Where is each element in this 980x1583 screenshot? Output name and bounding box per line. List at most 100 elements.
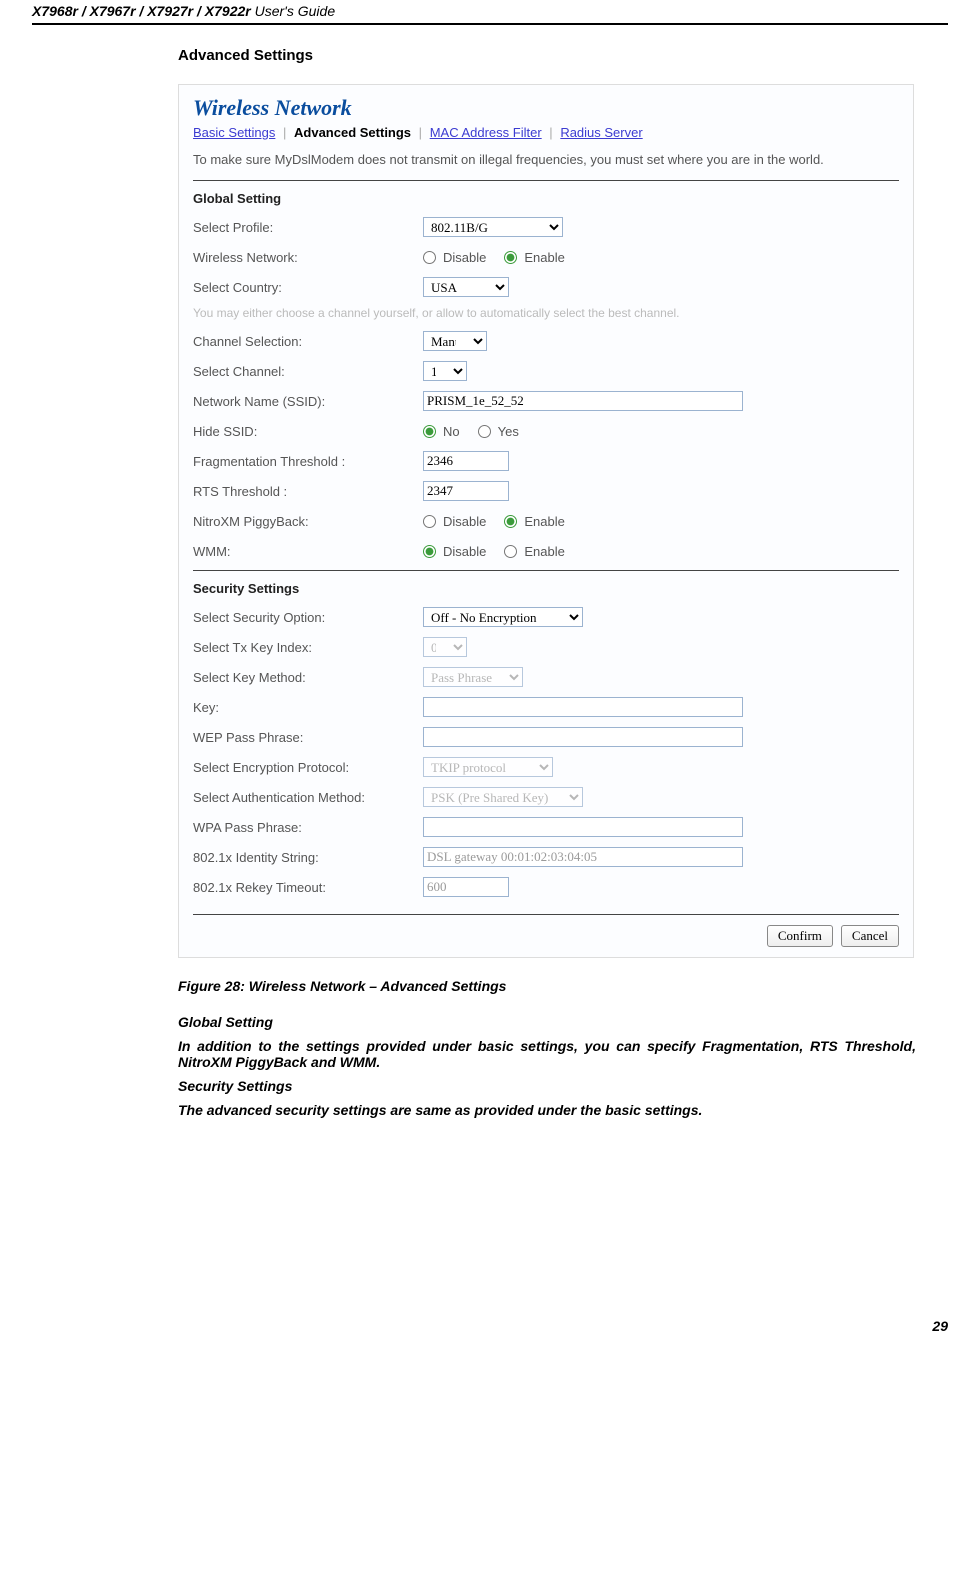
radio-hide-yes[interactable]: Yes (478, 424, 519, 439)
button-row: Confirm Cancel (193, 925, 899, 947)
label-identity-string: 802.1x Identity String: (193, 850, 423, 865)
row-hide-ssid: Hide SSID: No Yes (193, 416, 899, 446)
cancel-button[interactable]: Cancel (841, 925, 899, 947)
tab-basic-settings[interactable]: Basic Settings (193, 125, 275, 140)
section-heading: Advanced Settings (178, 47, 948, 64)
row-encryption-protocol: Select Encryption Protocol: TKIP protoco… (193, 752, 899, 782)
global-setting-text: In addition to the settings provided und… (178, 1038, 916, 1070)
radio-input-hide-no[interactable] (423, 425, 436, 438)
section-divider (193, 570, 899, 571)
radio-input-hide-yes[interactable] (478, 425, 491, 438)
row-ssid: Network Name (SSID): (193, 386, 899, 416)
label-select-channel: Select Channel: (193, 364, 423, 379)
radio-nitro-disable[interactable]: Disable (423, 514, 486, 529)
global-setting-heading: Global Setting (178, 1014, 916, 1030)
row-identity-string: 802.1x Identity String: (193, 842, 899, 872)
label-auth-method: Select Authentication Method: (193, 790, 423, 805)
row-wpa-pass: WPA Pass Phrase: (193, 812, 899, 842)
row-nitroxm: NitroXM PiggyBack: Disable Enable (193, 506, 899, 536)
row-rekey-timeout: 802.1x Rekey Timeout: (193, 872, 899, 902)
label-hide-ssid: Hide SSID: (193, 424, 423, 439)
row-rts: RTS Threshold : (193, 476, 899, 506)
security-settings-text: The advanced security settings are same … (178, 1102, 916, 1118)
input-wep-pass (423, 727, 743, 747)
label-rekey-timeout: 802.1x Rekey Timeout: (193, 880, 423, 895)
channel-help-text: You may either choose a channel yourself… (193, 306, 899, 320)
input-ssid[interactable] (423, 391, 743, 411)
label-tx-key-index: Select Tx Key Index: (193, 640, 423, 655)
label-wep-pass: WEP Pass Phrase: (193, 730, 423, 745)
select-channel-mode[interactable]: Manual (423, 331, 487, 351)
label-key-method: Select Key Method: (193, 670, 423, 685)
label-channel-selection: Channel Selection: (193, 334, 423, 349)
figure-caption: Figure 28: Wireless Network – Advanced S… (178, 978, 948, 994)
section-divider (193, 914, 899, 915)
input-fragmentation[interactable] (423, 451, 509, 471)
input-wpa-pass (423, 817, 743, 837)
tab-separator: | (279, 125, 290, 140)
label-fragmentation: Fragmentation Threshold : (193, 454, 423, 469)
select-channel[interactable]: 1 (423, 361, 467, 381)
row-security-option: Select Security Option: Off - No Encrypt… (193, 602, 899, 632)
label-profile: Select Profile: (193, 220, 423, 235)
radio-input-nitro-enable[interactable] (504, 515, 517, 528)
group-security-heading: Security Settings (193, 581, 899, 596)
select-encryption-protocol: TKIP protocol (423, 757, 553, 777)
section-divider (193, 180, 899, 181)
radio-input-wireless-enable[interactable] (504, 251, 517, 264)
radio-input-wireless-disable[interactable] (423, 251, 436, 264)
label-wpa-pass: WPA Pass Phrase: (193, 820, 423, 835)
label-nitroxm: NitroXM PiggyBack: (193, 514, 423, 529)
row-select-profile: Select Profile: 802.11B/G (193, 212, 899, 242)
confirm-button[interactable]: Confirm (767, 925, 833, 947)
row-key-method: Select Key Method: Pass Phrase (193, 662, 899, 692)
tab-mac-filter[interactable]: MAC Address Filter (430, 125, 542, 140)
doc-header: X7968r / X7967r / X7927r / X7922r User's… (32, 3, 948, 19)
page-number: 29 (0, 1318, 980, 1334)
row-fragmentation: Fragmentation Threshold : (193, 446, 899, 476)
radio-wireless-disable[interactable]: Disable (423, 250, 486, 265)
row-tx-key-index: Select Tx Key Index: 0 (193, 632, 899, 662)
label-encryption-protocol: Select Encryption Protocol: (193, 760, 423, 775)
label-security-option: Select Security Option: (193, 610, 423, 625)
label-wireless: Wireless Network: (193, 250, 423, 265)
settings-panel: Wireless Network Basic Settings | Advanc… (178, 84, 914, 958)
input-identity-string (423, 847, 743, 867)
radio-nitro-enable[interactable]: Enable (504, 514, 564, 529)
radio-hide-no[interactable]: No (423, 424, 460, 439)
tab-separator: | (545, 125, 556, 140)
row-wmm: WMM: Disable Enable (193, 536, 899, 566)
tab-separator: | (415, 125, 426, 140)
radio-wireless-enable[interactable]: Enable (504, 250, 564, 265)
label-ssid: Network Name (SSID): (193, 394, 423, 409)
row-select-channel: Select Channel: 1 (193, 356, 899, 386)
row-wireless-network: Wireless Network: Disable Enable (193, 242, 899, 272)
tab-bar: Basic Settings | Advanced Settings | MAC… (193, 125, 899, 140)
select-country[interactable]: USA (423, 277, 509, 297)
tab-radius-server[interactable]: Radius Server (560, 125, 642, 140)
select-profile[interactable]: 802.11B/G (423, 217, 563, 237)
row-channel-selection: Channel Selection: Manual (193, 326, 899, 356)
select-tx-key-index: 0 (423, 637, 467, 657)
input-rts[interactable] (423, 481, 509, 501)
panel-title: Wireless Network (193, 95, 899, 121)
group-global-heading: Global Setting (193, 191, 899, 206)
radio-input-wmm-disable[interactable] (423, 545, 436, 558)
label-key: Key: (193, 700, 423, 715)
security-settings-heading: Security Settings (178, 1078, 916, 1094)
label-country: Select Country: (193, 280, 423, 295)
row-key: Key: (193, 692, 899, 722)
radio-input-nitro-disable[interactable] (423, 515, 436, 528)
tab-advanced-settings[interactable]: Advanced Settings (294, 125, 411, 140)
row-wep-pass: WEP Pass Phrase: (193, 722, 899, 752)
radio-wmm-disable[interactable]: Disable (423, 544, 486, 559)
select-auth-method: PSK (Pre Shared Key) (423, 787, 583, 807)
radio-input-wmm-enable[interactable] (504, 545, 517, 558)
select-security-option[interactable]: Off - No Encryption (423, 607, 583, 627)
input-key (423, 697, 743, 717)
radio-wmm-enable[interactable]: Enable (504, 544, 564, 559)
label-rts: RTS Threshold : (193, 484, 423, 499)
select-key-method: Pass Phrase (423, 667, 523, 687)
doc-models: X7968r / X7967r / X7927r / X7922r (32, 3, 251, 19)
intro-text: To make sure MyDslModem does not transmi… (193, 150, 899, 170)
